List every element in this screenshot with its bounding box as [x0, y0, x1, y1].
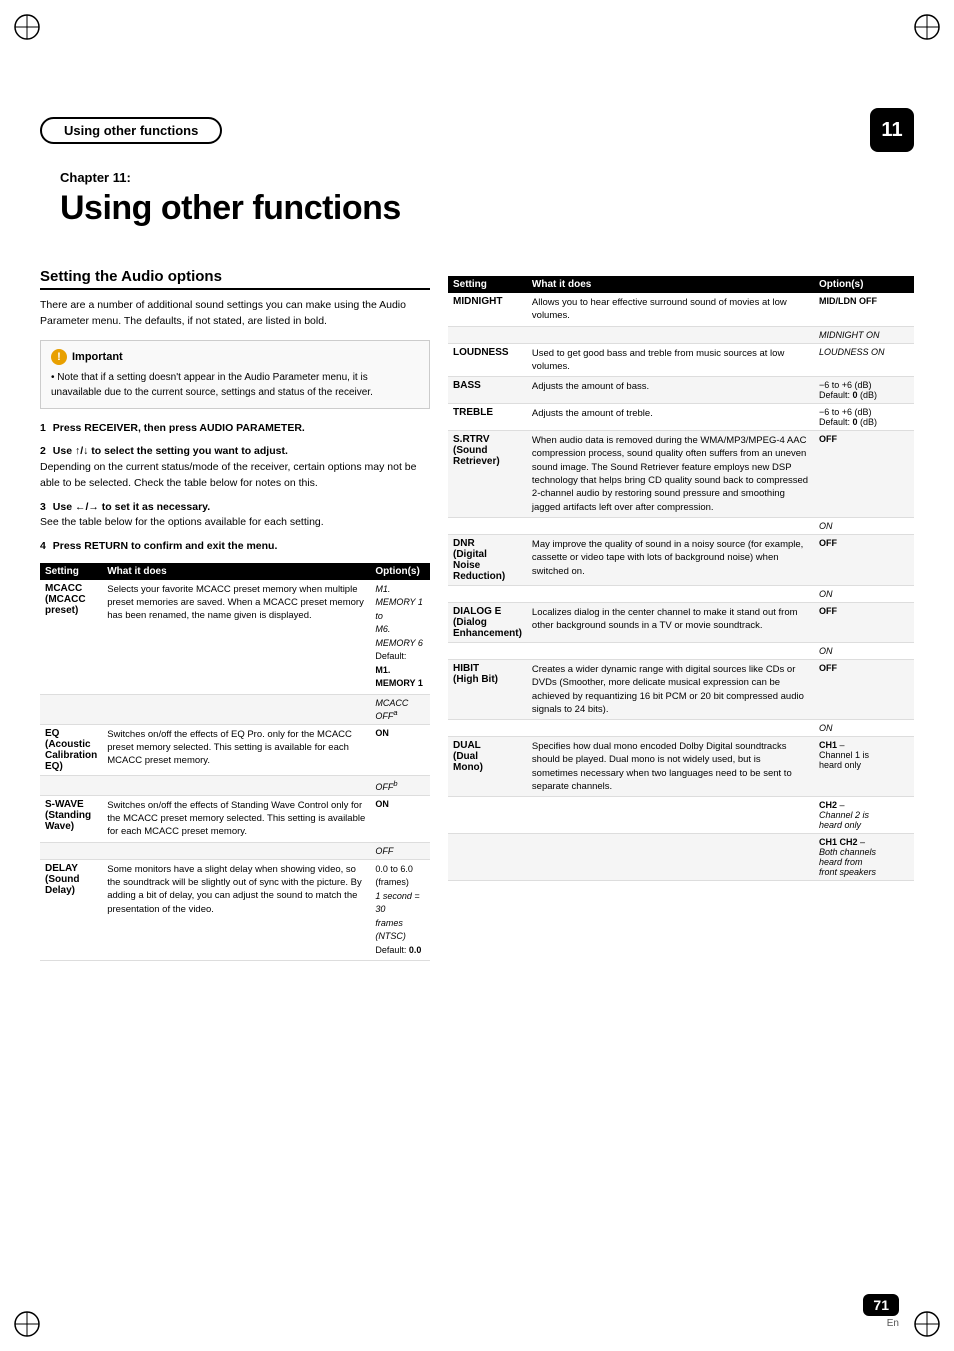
left-settings-table: Setting What it does Option(s) MCACC(MCA… — [40, 563, 430, 961]
important-text: • Note that if a setting doesn't appear … — [51, 370, 419, 400]
corner-mark-tr — [912, 12, 942, 42]
step-4: 4 Press RETURN to confirm and exit the m… — [40, 539, 430, 555]
header-bar: Using other functions 11 — [40, 108, 914, 152]
table-row: BASS Adjusts the amount of bass. −6 to +… — [448, 377, 914, 404]
header-title: Using other functions — [40, 117, 222, 144]
step-1: 1 Press RECEIVER, then press AUDIO PARAM… — [40, 421, 430, 437]
corner-mark-tl — [12, 12, 42, 42]
footer: 71 En — [863, 1294, 899, 1329]
table-row: CH2 –Channel 2 isheard only — [448, 797, 914, 834]
table-row: ON — [448, 720, 914, 737]
chapter-number-badge: 11 — [870, 108, 914, 152]
warning-icon: ! — [51, 349, 67, 365]
col-setting: Setting — [40, 563, 102, 580]
footer-language: En — [887, 1318, 899, 1329]
right-column: Setting What it does Option(s) MIDNIGHT … — [448, 268, 914, 1291]
table-row: CH1 CH2 –Both channelsheard fromfront sp… — [448, 834, 914, 881]
intro-text: There are a number of additional sound s… — [40, 298, 430, 330]
chapter-title: Using other functions — [60, 189, 401, 228]
table-row: OFF — [40, 842, 430, 859]
table-row: ON — [448, 517, 914, 534]
chapter-sub-label: Chapter 11: — [60, 170, 401, 185]
table-row: DUAL(DualMono) Specifies how dual mono e… — [448, 737, 914, 797]
chapter-heading: Chapter 11: Using other functions — [60, 170, 401, 228]
col-setting-r: Setting — [448, 276, 527, 293]
table-row: DNR(DigitalNoiseReduction) May improve t… — [448, 534, 914, 585]
section-title: Setting the Audio options — [40, 268, 430, 290]
col-what: What it does — [102, 563, 370, 580]
step-2: 2 Use ↑/↓ to select the setting you want… — [40, 444, 430, 491]
table-row: MCACC OFFa — [40, 694, 430, 724]
table-row: S.RTRV(SoundRetriever) When audio data i… — [448, 431, 914, 518]
right-settings-table: Setting What it does Option(s) MIDNIGHT … — [448, 276, 914, 881]
table-row: TREBLE Adjusts the amount of treble. −6 … — [448, 404, 914, 431]
table-row: LOUDNESS Used to get good bass and trebl… — [448, 343, 914, 377]
table-row: DELAY(SoundDelay) Some monitors have a s… — [40, 859, 430, 961]
table-row: MIDNIGHT ON — [448, 326, 914, 343]
table-row: ON — [448, 585, 914, 602]
corner-mark-bl — [12, 1309, 42, 1339]
table-row: DIALOG E(DialogEnhancement) Localizes di… — [448, 602, 914, 642]
corner-mark-br — [912, 1309, 942, 1339]
table-row: MCACC(MCACCpreset) Selects your favorite… — [40, 580, 430, 695]
col-options: Option(s) — [370, 563, 430, 580]
table-row: OFFb — [40, 775, 430, 795]
important-box: ! Important • Note that if a setting doe… — [40, 340, 430, 409]
step-3: 3 Use ←/→ to set it as necessary. See th… — [40, 500, 430, 532]
table-row: HIBIT(High Bit) Creates a wider dynamic … — [448, 659, 914, 719]
page-number: 71 — [863, 1294, 899, 1316]
col-options-r: Option(s) — [814, 276, 914, 293]
left-column: Setting the Audio options There are a nu… — [40, 268, 430, 1291]
table-row: ON — [448, 642, 914, 659]
important-title: ! Important — [51, 349, 419, 365]
col-what-r: What it does — [527, 276, 814, 293]
table-row: S-WAVE(StandingWave) Switches on/off the… — [40, 795, 430, 842]
main-content: Setting the Audio options There are a nu… — [40, 268, 914, 1291]
table-row: EQ(AcousticCalibrationEQ) Switches on/of… — [40, 724, 430, 775]
table-row: MIDNIGHT Allows you to hear effective su… — [448, 293, 914, 326]
